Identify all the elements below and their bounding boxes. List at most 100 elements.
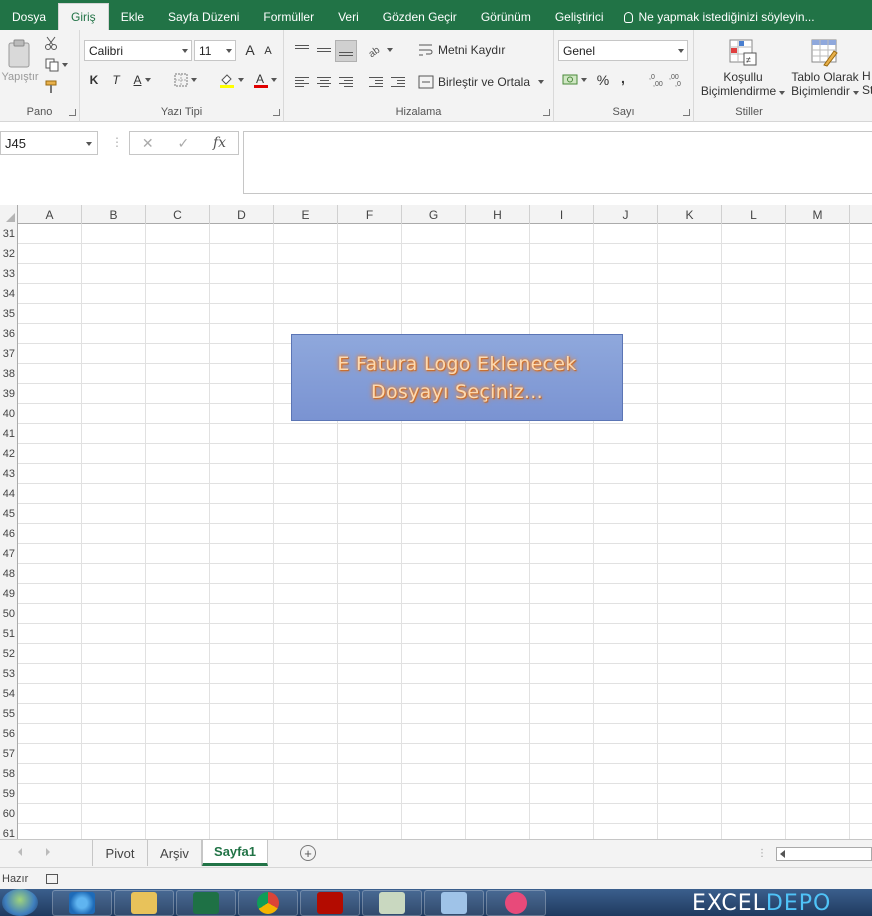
col-header-j[interactable]: J [594, 205, 658, 224]
col-header-g[interactable]: G [402, 205, 466, 224]
merge-center-button[interactable]: Birleştir ve Ortala [418, 72, 548, 92]
taskbar-app[interactable] [424, 890, 484, 916]
col-header-n-partial[interactable] [850, 205, 872, 224]
accounting-format-button[interactable] [560, 70, 588, 90]
row-header[interactable]: 52 [0, 644, 18, 664]
row-header[interactable]: 41 [0, 424, 18, 444]
copy-icon[interactable] [42, 56, 70, 74]
col-header-e[interactable]: E [274, 205, 338, 224]
alignment-launcher-icon[interactable] [543, 109, 550, 116]
sheet-tab-arsiv[interactable]: Arşiv [148, 840, 202, 866]
italic-button[interactable]: T [108, 70, 124, 90]
row-header[interactable]: 36 [0, 324, 18, 344]
font-color-button[interactable]: A [250, 70, 280, 90]
col-header-l[interactable]: L [722, 205, 786, 224]
borders-button[interactable] [170, 70, 200, 90]
col-header-i[interactable]: I [530, 205, 594, 224]
taskbar-ie[interactable] [52, 890, 112, 916]
align-top-icon[interactable] [292, 40, 312, 60]
format-as-table-button[interactable]: Tablo Olarak Biçimlendir [790, 32, 860, 102]
tab-dosya[interactable]: Dosya [0, 4, 58, 30]
row-header[interactable]: 38 [0, 364, 18, 384]
font-name-select[interactable]: Calibri [84, 40, 192, 61]
tab-gelistirici[interactable]: Geliştirici [543, 4, 616, 30]
row-header[interactable]: 40 [0, 404, 18, 424]
conditional-formatting-button[interactable]: ≠ Koşullu Biçimlendirme [698, 32, 788, 102]
number-launcher-icon[interactable] [683, 109, 690, 116]
tab-formuller[interactable]: Formüller [251, 4, 326, 30]
align-middle-icon[interactable] [314, 40, 334, 60]
taskbar-notepad[interactable] [362, 890, 422, 916]
align-left-icon[interactable] [292, 72, 312, 92]
row-header[interactable]: 31 [0, 224, 18, 244]
row-header[interactable]: 49 [0, 584, 18, 604]
number-format-select[interactable]: Genel [558, 40, 688, 61]
select-all-corner[interactable] [0, 205, 18, 224]
align-right-icon[interactable] [336, 72, 356, 92]
taskbar-excel[interactable] [176, 890, 236, 916]
font-size-select[interactable]: 11 [194, 40, 236, 61]
tab-sayfa-duzeni[interactable]: Sayfa Düzeni [156, 4, 251, 30]
start-button-icon[interactable] [2, 889, 38, 916]
row-header[interactable]: 59 [0, 784, 18, 804]
sheet-prev-icon[interactable] [18, 848, 22, 856]
cut-icon[interactable] [42, 34, 60, 52]
row-header[interactable]: 56 [0, 724, 18, 744]
orientation-button[interactable]: ab [366, 40, 394, 60]
sheet-tab-sayfa1[interactable]: Sayfa1 [202, 840, 268, 866]
row-header[interactable]: 55 [0, 704, 18, 724]
tab-gorunum[interactable]: Görünüm [469, 4, 543, 30]
percent-button[interactable]: % [594, 70, 612, 90]
row-header[interactable]: 34 [0, 284, 18, 304]
row-header[interactable]: 61 [0, 824, 18, 839]
wrap-text-button[interactable]: Metni Kaydır [418, 40, 510, 60]
tab-gozden-gecir[interactable]: Gözden Geçir [371, 4, 469, 30]
row-header[interactable]: 58 [0, 764, 18, 784]
row-header[interactable]: 35 [0, 304, 18, 324]
font-launcher-icon[interactable] [273, 109, 280, 116]
sheet-tab-pivot[interactable]: Pivot [92, 840, 148, 866]
shrink-font-button[interactable]: A [260, 42, 276, 60]
col-header-c[interactable]: C [146, 205, 210, 224]
row-header[interactable]: 45 [0, 504, 18, 524]
row-header[interactable]: 57 [0, 744, 18, 764]
name-box[interactable]: J45 [0, 131, 98, 155]
row-header[interactable]: 54 [0, 684, 18, 704]
insert-function-icon[interactable]: fx [213, 135, 226, 151]
row-header[interactable]: 60 [0, 804, 18, 824]
row-header[interactable]: 44 [0, 484, 18, 504]
increase-decimal-icon[interactable]: ,0,00 [648, 70, 666, 90]
taskbar-chrome[interactable] [238, 890, 298, 916]
add-sheet-icon[interactable]: + [300, 845, 316, 861]
fill-color-button[interactable] [216, 70, 246, 90]
decrease-decimal-icon[interactable]: ,00,0 [668, 70, 686, 90]
col-header-a[interactable]: A [18, 205, 82, 224]
taskbar-camera[interactable] [486, 890, 546, 916]
cell-styles-button[interactable]: H St [862, 68, 872, 98]
macro-record-icon[interactable] [46, 873, 59, 884]
enter-icon[interactable]: ✓ [177, 135, 189, 152]
bold-button[interactable]: K [86, 70, 102, 90]
sheet-next-icon[interactable] [46, 848, 50, 856]
increase-indent-icon[interactable] [388, 72, 408, 92]
col-header-f[interactable]: F [338, 205, 402, 224]
underline-button[interactable]: A [130, 70, 154, 90]
comma-button[interactable]: , [616, 68, 630, 88]
col-header-d[interactable]: D [210, 205, 274, 224]
row-header[interactable]: 33 [0, 264, 18, 284]
grow-font-button[interactable]: A [242, 40, 258, 60]
tab-veri[interactable]: Veri [326, 4, 371, 30]
row-header[interactable]: 53 [0, 664, 18, 684]
row-header[interactable]: 32 [0, 244, 18, 264]
worksheet-grid[interactable]: A B C D E F G H I J K L M 31 32 33 34 35… [0, 205, 872, 839]
col-header-h[interactable]: H [466, 205, 530, 224]
row-header[interactable]: 37 [0, 344, 18, 364]
scroll-left-icon[interactable] [780, 850, 785, 858]
row-header[interactable]: 43 [0, 464, 18, 484]
tell-me-box[interactable]: Ne yapmak istediğinizi söyleyin... [616, 4, 815, 30]
align-bottom-icon[interactable] [335, 40, 357, 62]
row-header[interactable]: 51 [0, 624, 18, 644]
row-header[interactable]: 39 [0, 384, 18, 404]
format-painter-icon[interactable] [42, 78, 60, 96]
tab-giris[interactable]: Giriş [58, 3, 109, 30]
